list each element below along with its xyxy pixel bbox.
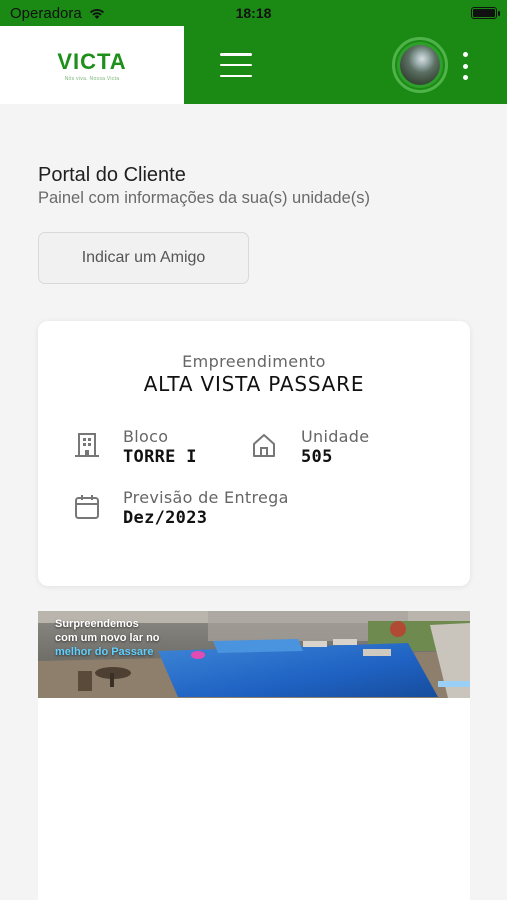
delivery-value: Dez/2023 (123, 508, 208, 528)
building-icon (75, 433, 99, 457)
unit-label: Unidade (301, 427, 370, 446)
banner-placeholder (38, 698, 470, 900)
refer-friend-button[interactable]: Indicar um Amigo (38, 232, 249, 284)
banner-line-2: com um novo lar no (55, 632, 160, 644)
logo-tagline: Nós viva. Nossa Victa (64, 75, 120, 82)
delivery-label: Previsão de Entrega (123, 488, 289, 507)
block-value: TORRE I (123, 447, 197, 467)
house-icon (253, 434, 275, 457)
banner-line-3: melhor do Passare (55, 646, 154, 658)
unit-card: Empreendimento ALTA VISTA PASSARE Bloco … (38, 321, 470, 586)
hamburger-icon[interactable] (218, 50, 254, 80)
calendar-icon (75, 495, 99, 519)
battery-icon (471, 7, 500, 19)
banner-text: Surpreendemos com um novo lar no melhor … (55, 617, 160, 659)
unit-value: 505 (301, 447, 333, 467)
status-time: 18:18 (235, 5, 272, 21)
page-subtitle: Painel com informações da sua(s) unidade… (38, 189, 370, 207)
avatar-image (400, 45, 440, 85)
page-title: Portal do Cliente (38, 164, 186, 186)
banner-line-1: Surpreendemos (55, 618, 139, 630)
logo[interactable]: VICTA Nós viva. Nossa Victa (0, 26, 184, 104)
status-bar: Operadora 18:18 (0, 0, 507, 26)
avatar[interactable] (392, 37, 448, 93)
app-header: VICTA Nós viva. Nossa Victa (0, 26, 507, 104)
logo-text: VICTA (57, 48, 127, 74)
project-name: ALTA VISTA PASSARE (143, 372, 365, 396)
app-screen: Operadora 18:18 VICTA Nós viva. Nossa Vi… (0, 0, 507, 900)
promo-banner[interactable]: Surpreendemos com um novo lar no melhor … (38, 611, 470, 698)
wifi-icon (89, 8, 104, 19)
project-label: Empreendimento (182, 352, 326, 371)
kebab-icon[interactable] (458, 50, 472, 82)
carrier-label: Operadora (10, 4, 82, 22)
status-left: Operadora (10, 5, 106, 22)
block-label: Bloco (123, 427, 169, 446)
